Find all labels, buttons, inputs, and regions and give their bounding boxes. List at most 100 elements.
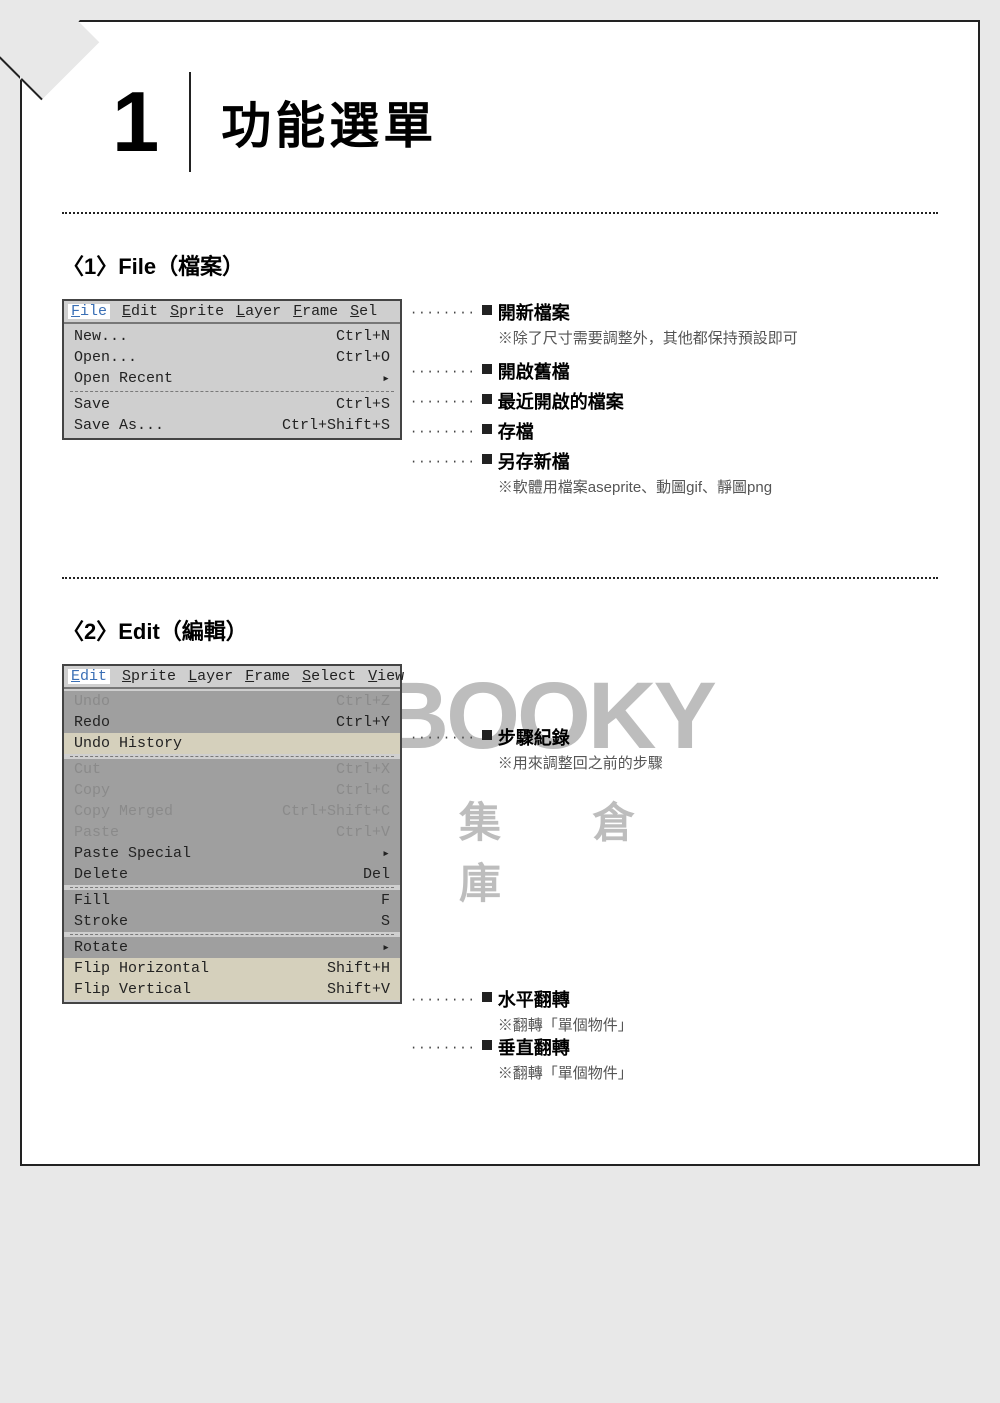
annotation-title: 水平翻轉 bbox=[498, 986, 633, 1012]
edit-menu-list: Undo Ctrl+Z Redo Ctrl+Y Undo History Cut Ctrl+… bbox=[64, 689, 400, 1002]
leader-dots: ········ bbox=[410, 993, 476, 1007]
menu-item-shortcut: Del bbox=[345, 867, 390, 882]
section-2-heading: 〈2〉Edit（編輯） bbox=[62, 614, 938, 646]
menu-item-new-[interactable]: New... Ctrl+N bbox=[64, 326, 400, 347]
menu-item-shortcut: Ctrl+X bbox=[318, 762, 390, 777]
submenu-arrow-icon bbox=[358, 846, 390, 861]
menubar-item-view[interactable]: View bbox=[368, 669, 404, 684]
annotation-title: 垂直翻轉 bbox=[498, 1034, 633, 1060]
menu-item-stroke[interactable]: StrokeS bbox=[64, 911, 400, 932]
menu-item-shortcut: Ctrl+C bbox=[318, 783, 390, 798]
menu-item-label: Flip Vertical bbox=[74, 982, 191, 997]
menu-item-shortcut: Ctrl+Shift+C bbox=[264, 804, 390, 819]
annotation: ········垂直翻轉※翻轉「單個物件」 bbox=[410, 1034, 633, 1089]
annotation-subtitle: ※翻轉「單個物件」 bbox=[498, 1014, 633, 1035]
menubar-item-sprite[interactable]: Sprite bbox=[122, 669, 176, 684]
annotation: ········步驟紀錄※用來調整回之前的步驟 bbox=[410, 724, 663, 779]
chapter-header: 1 功能選單 bbox=[112, 72, 938, 172]
submenu-arrow-icon bbox=[358, 940, 390, 955]
annotation: ········ 最近開啟的檔案 bbox=[410, 388, 938, 414]
menu-item-save[interactable]: SaveCtrl+S bbox=[64, 394, 400, 415]
menu-separator bbox=[70, 756, 394, 757]
leader-dots: ········ bbox=[410, 395, 476, 409]
leader-dots: ········ bbox=[410, 455, 476, 469]
menu-item-label: Redo bbox=[74, 715, 110, 730]
menu-item-label: Undo History bbox=[74, 736, 182, 751]
annotation-title: 存檔 bbox=[498, 418, 534, 444]
divider bbox=[62, 577, 938, 579]
menu-item-label: Open Recent bbox=[74, 371, 173, 386]
menu-item-label: Undo bbox=[74, 694, 110, 709]
submenu-arrow-icon bbox=[358, 371, 390, 386]
section-edit: 〈2〉Edit（編輯） Edit Sprite Layer Frame Select Vi… bbox=[62, 614, 938, 1084]
menu-item-label: Copy bbox=[74, 783, 110, 798]
menubar-item-select[interactable]: Select bbox=[302, 669, 356, 684]
menubar-item-sel[interactable]: Sel bbox=[350, 304, 377, 319]
menu-item-label: Fill bbox=[74, 893, 110, 908]
annotation-subtitle: ※翻轉「單個物件」 bbox=[498, 1062, 633, 1083]
menubar-item-frame[interactable]: Frame bbox=[245, 669, 290, 684]
menu-item-label: Paste Special bbox=[74, 846, 191, 861]
menu-item-open-recent[interactable]: Open Recent bbox=[64, 368, 400, 389]
menu-item-label: New... bbox=[74, 329, 128, 344]
menubar-item-layer[interactable]: Layer bbox=[236, 304, 281, 319]
menu-item-shortcut: Ctrl+Z bbox=[318, 694, 390, 709]
menu-item-paste-special[interactable]: Paste Special bbox=[64, 843, 400, 864]
menu-item-shortcut: Ctrl+Shift+S bbox=[264, 418, 390, 433]
chapter-number: 1 bbox=[112, 80, 159, 165]
menu-item-shortcut: Ctrl+Y bbox=[318, 715, 390, 730]
annotation: ········ 水平翻轉※翻轉「單個物件」 bbox=[410, 986, 633, 1041]
annotation-title: 最近開啟的檔案 bbox=[498, 388, 624, 414]
menu-item-shortcut: Ctrl+N bbox=[318, 329, 390, 344]
menu-item-copy-merged: Copy MergedCtrl+Shift+C bbox=[64, 801, 400, 822]
file-annotations: ········ 開新檔案※除了尺寸需要調整外，其他都保持預設即可 ········… bbox=[410, 299, 938, 507]
menu-separator bbox=[70, 887, 394, 888]
annotation: ········存檔 bbox=[410, 418, 938, 444]
menu-item-label: Open... bbox=[74, 350, 137, 365]
page-corner-cut bbox=[22, 22, 78, 78]
annotation-title: 開新檔案 bbox=[498, 299, 798, 325]
menubar-item-layer[interactable]: Layer bbox=[188, 669, 233, 684]
menu-item-shortcut: Ctrl+V bbox=[318, 825, 390, 840]
menu-item-undo-history[interactable]: Undo History bbox=[64, 733, 400, 754]
menubar-item-edit[interactable]: Edit bbox=[68, 669, 110, 684]
file-menu-list: New... Ctrl+N Open... Ctrl+O Open Recent Save… bbox=[64, 324, 400, 438]
annotation: ········ 開啟舊檔 bbox=[410, 358, 938, 384]
menubar-item-edit[interactable]: Edit bbox=[122, 304, 158, 319]
annotation-subtitle: ※除了尺寸需要調整外，其他都保持預設即可 bbox=[498, 327, 798, 348]
menu-item-flip-vertical[interactable]: Flip VerticalShift+V bbox=[64, 979, 400, 1000]
annotation-title: 開啟舊檔 bbox=[498, 358, 570, 384]
leader-dots: ········ bbox=[410, 731, 476, 745]
bullet-icon bbox=[482, 305, 492, 315]
menu-item-shortcut: Ctrl+O bbox=[318, 350, 390, 365]
annotation-subtitle: ※軟體用檔案aseprite、動圖gif、靜圖png bbox=[498, 476, 772, 497]
bullet-icon bbox=[482, 364, 492, 374]
menu-item-open-[interactable]: Open... Ctrl+O bbox=[64, 347, 400, 368]
menu-item-save-as-[interactable]: Save As...Ctrl+Shift+S bbox=[64, 415, 400, 436]
menu-item-shortcut: F bbox=[363, 893, 390, 908]
edit-annotations: ········步驟紀錄※用來調整回之前的步驟········水平翻轉※翻轉「單… bbox=[410, 664, 938, 1084]
menubar-item-sprite[interactable]: Sprite bbox=[170, 304, 224, 319]
file-menu-bar: File Edit Sprite Layer Frame Sel bbox=[64, 301, 400, 324]
menu-item-redo[interactable]: Redo Ctrl+Y bbox=[64, 712, 400, 733]
section-file: 〈1〉File（檔案） FileEditSpriteLayerFrameSel … bbox=[62, 249, 938, 507]
menu-item-shortcut: Shift+H bbox=[309, 961, 390, 976]
menubar-item-frame[interactable]: Frame bbox=[293, 304, 338, 319]
menu-item-flip-horizontal[interactable]: Flip HorizontalShift+H bbox=[64, 958, 400, 979]
section-1-heading: 〈1〉File（檔案） bbox=[62, 249, 938, 281]
menu-item-label: Rotate bbox=[74, 940, 128, 955]
menu-item-label: Delete bbox=[74, 867, 128, 882]
menubar-item-file[interactable]: File bbox=[68, 304, 110, 319]
menu-separator bbox=[70, 934, 394, 935]
leader-dots: ········ bbox=[410, 365, 476, 379]
menu-item-label: Cut bbox=[74, 762, 101, 777]
divider bbox=[62, 212, 938, 214]
bullet-icon bbox=[482, 424, 492, 434]
menu-separator bbox=[70, 391, 394, 392]
menu-item-rotate[interactable]: Rotate bbox=[64, 937, 400, 958]
menu-item-shortcut: S bbox=[363, 914, 390, 929]
menu-item-fill[interactable]: Fill F bbox=[64, 890, 400, 911]
chapter-divider bbox=[189, 72, 191, 172]
leader-dots: ········ bbox=[410, 306, 476, 320]
menu-item-delete[interactable]: Delete Del bbox=[64, 864, 400, 885]
